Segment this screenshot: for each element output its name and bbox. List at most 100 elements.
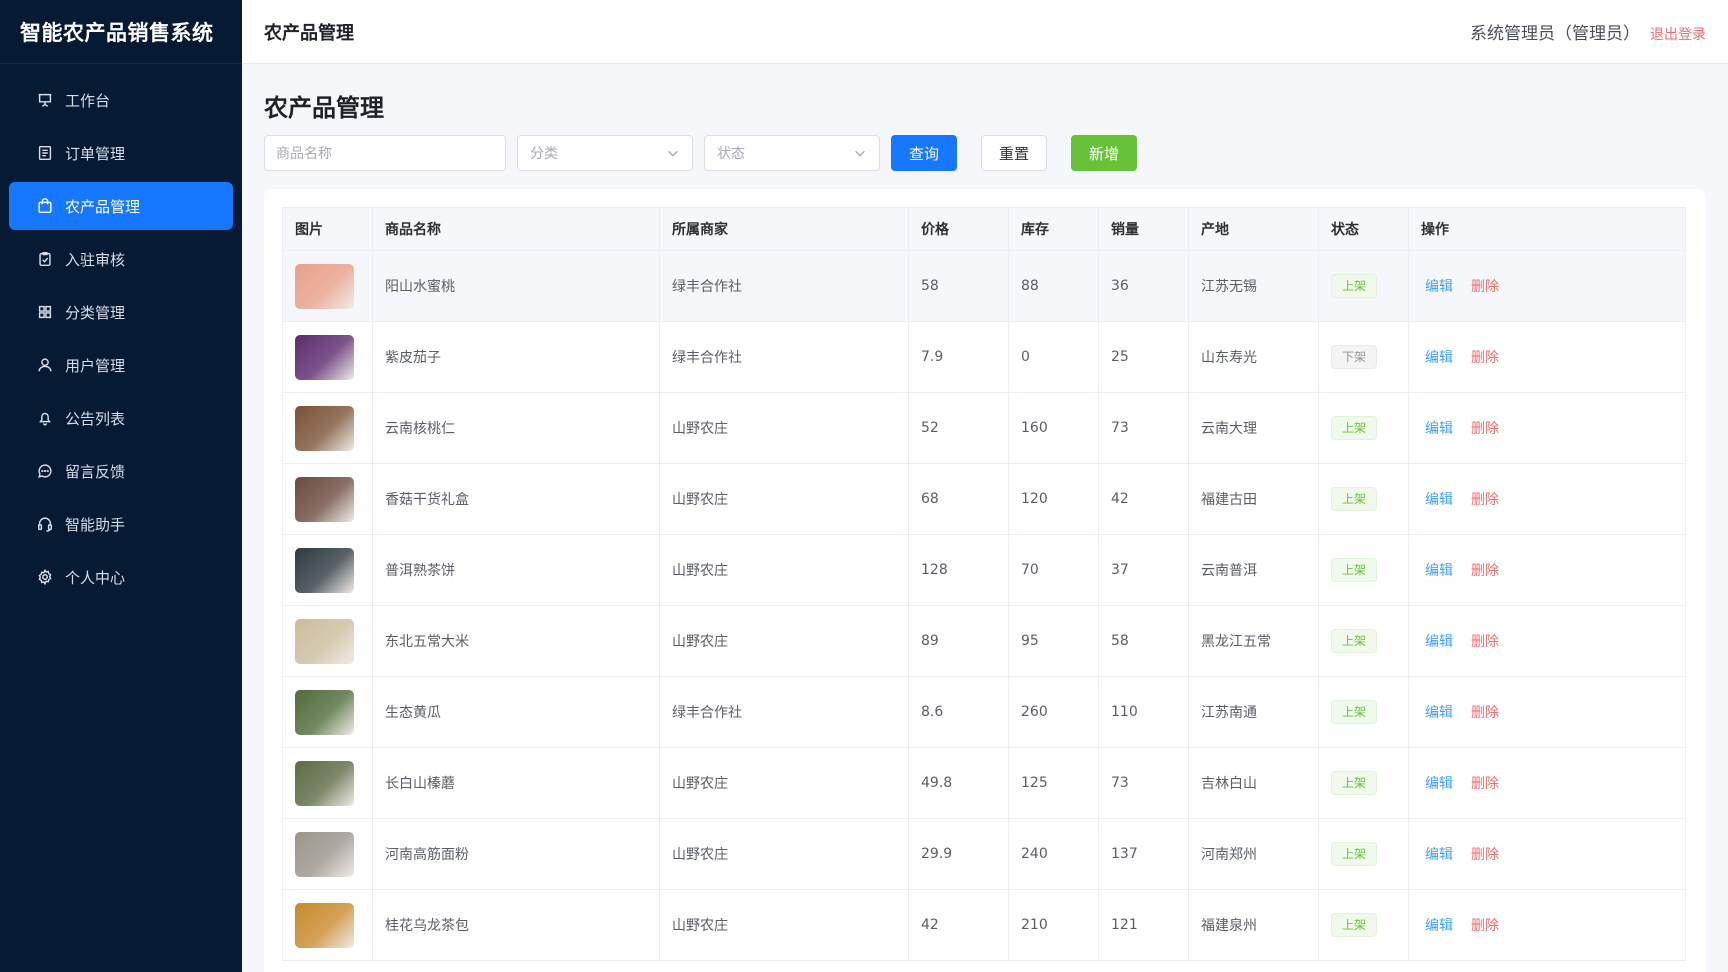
delete-button[interactable]: 删除 (1471, 634, 1499, 650)
product-thumbnail[interactable] (295, 618, 354, 664)
product-thumbnail[interactable] (295, 476, 354, 522)
sidebar-item-9[interactable]: 智能助手 (9, 500, 233, 548)
cell-stock: 125 (1008, 747, 1099, 819)
edit-button[interactable]: 编辑 (1425, 705, 1453, 721)
cell-name: 东北五常大米 (372, 605, 660, 677)
cell-name: 普洱熟茶饼 (372, 534, 660, 606)
product-thumbnail[interactable] (295, 334, 354, 380)
shopping-bag-icon (35, 196, 55, 216)
cell-stock: 240 (1008, 818, 1099, 890)
cell-stock: 95 (1008, 605, 1099, 677)
edit-button[interactable]: 编辑 (1425, 918, 1453, 934)
image-cell (282, 676, 373, 748)
status-badge: 上架 (1331, 558, 1378, 582)
sidebar-item-5[interactable]: 分类管理 (9, 288, 233, 336)
delete-button[interactable]: 删除 (1471, 847, 1499, 863)
cell-sales: 25 (1098, 321, 1189, 393)
actions-cell: 编辑 删除 (1408, 605, 1686, 677)
cell-price: 29.9 (908, 818, 1009, 890)
cell-price: 68 (908, 463, 1009, 535)
table-row: 普洱熟茶饼 山野农庄 128 70 37 云南普洱 上架 编辑 删除 (282, 534, 1686, 606)
column-header: 销量 (1098, 207, 1189, 251)
sidebar-item-label: 工作台 (65, 91, 111, 110)
document-list-icon (35, 143, 55, 163)
chevron-down-icon (855, 150, 865, 157)
main-content: 农产品管理 商品名称 分类 状态 查询 重置 新增 图片 商品名称 所属商家 价格 库存… (242, 64, 1728, 972)
cell-merchant: 绿丰合作社 (659, 321, 909, 393)
image-cell (282, 463, 373, 535)
product-thumbnail[interactable] (295, 902, 354, 948)
sidebar-item-label: 留言反馈 (65, 462, 126, 481)
product-thumbnail[interactable] (295, 831, 354, 877)
cell-price: 49.8 (908, 747, 1009, 819)
sidebar-item-8[interactable]: 留言反馈 (9, 447, 233, 495)
cell-origin: 江苏南通 (1188, 676, 1319, 748)
edit-button[interactable]: 编辑 (1425, 279, 1453, 295)
edit-button[interactable]: 编辑 (1425, 634, 1453, 650)
edit-button[interactable]: 编辑 (1425, 492, 1453, 508)
delete-button[interactable]: 删除 (1471, 563, 1499, 579)
sidebar-item-3[interactable]: 农产品管理 (9, 182, 233, 230)
actions-cell: 编辑 删除 (1408, 818, 1686, 890)
reset-button[interactable]: 重置 (981, 135, 1047, 171)
query-button[interactable]: 查询 (891, 135, 957, 171)
sidebar-item-10[interactable]: 个人中心 (9, 553, 233, 601)
product-name-input[interactable]: 商品名称 (264, 135, 506, 171)
delete-button[interactable]: 删除 (1471, 350, 1499, 366)
column-header: 库存 (1008, 207, 1099, 251)
delete-button[interactable]: 删除 (1471, 421, 1499, 437)
column-header: 状态 (1318, 207, 1409, 251)
cell-sales: 36 (1098, 250, 1189, 322)
edit-button[interactable]: 编辑 (1425, 350, 1453, 366)
edit-button[interactable]: 编辑 (1425, 563, 1453, 579)
delete-button[interactable]: 删除 (1471, 279, 1499, 295)
presentation-icon (35, 90, 55, 110)
add-button[interactable]: 新增 (1071, 135, 1137, 171)
sidebar-menu: 工作台订单管理农产品管理入驻审核分类管理用户管理公告列表留言反馈智能助手个人中心 (0, 64, 242, 601)
sidebar-item-label: 用户管理 (65, 356, 126, 375)
delete-button[interactable]: 删除 (1471, 918, 1499, 934)
image-cell (282, 605, 373, 677)
sidebar-item-label: 订单管理 (65, 144, 126, 163)
sidebar-item-1[interactable]: 工作台 (9, 76, 233, 124)
table-row: 桂花乌龙茶包 山野农庄 42 210 121 福建泉州 上架 编辑 删除 (282, 889, 1686, 961)
category-select[interactable]: 分类 (517, 135, 693, 171)
clipboard-check-icon (35, 249, 55, 269)
header-title: 农产品管理 (264, 22, 354, 44)
cell-name: 阳山水蜜桃 (372, 250, 660, 322)
edit-button[interactable]: 编辑 (1425, 421, 1453, 437)
cell-merchant: 山野农庄 (659, 747, 909, 819)
delete-button[interactable]: 删除 (1471, 705, 1499, 721)
product-thumbnail[interactable] (295, 263, 354, 309)
sidebar-item-2[interactable]: 订单管理 (9, 129, 233, 177)
sidebar-item-label: 入驻审核 (65, 250, 126, 269)
delete-button[interactable]: 删除 (1471, 492, 1499, 508)
actions-cell: 编辑 删除 (1408, 676, 1686, 748)
sidebar-item-7[interactable]: 公告列表 (9, 394, 233, 442)
product-thumbnail[interactable] (295, 547, 354, 593)
edit-button[interactable]: 编辑 (1425, 776, 1453, 792)
cell-origin: 云南大理 (1188, 392, 1319, 464)
product-thumbnail[interactable] (295, 405, 354, 451)
product-thumbnail[interactable] (295, 760, 354, 806)
sidebar-item-label: 分类管理 (65, 303, 126, 322)
chat-bubble-icon (35, 461, 55, 481)
sidebar-item-4[interactable]: 入驻审核 (9, 235, 233, 283)
gear-icon (35, 567, 55, 587)
sidebar-item-label: 农产品管理 (65, 197, 141, 216)
status-cell: 上架 (1318, 250, 1409, 322)
cell-price: 89 (908, 605, 1009, 677)
status-select[interactable]: 状态 (704, 135, 880, 171)
product-thumbnail[interactable] (295, 689, 354, 735)
sidebar-item-6[interactable]: 用户管理 (9, 341, 233, 389)
sidebar: 智能农产品销售系统 工作台 订单管理 农产品管理 入驻审核 分类管理 用户管理 公告列表 留言… (0, 0, 242, 972)
delete-button[interactable]: 删除 (1471, 776, 1499, 792)
logout-link[interactable]: 退出登录 (1650, 24, 1706, 44)
cell-name: 紫皮茄子 (372, 321, 660, 393)
edit-button[interactable]: 编辑 (1425, 847, 1453, 863)
column-header: 商品名称 (372, 207, 660, 251)
table-row: 阳山水蜜桃 绿丰合作社 58 88 36 江苏无锡 上架 编辑 删除 (282, 250, 1686, 322)
user-area: 系统管理员（管理员） 退出登录 (1470, 19, 1706, 44)
cell-price: 42 (908, 889, 1009, 961)
cell-origin: 吉林白山 (1188, 747, 1319, 819)
